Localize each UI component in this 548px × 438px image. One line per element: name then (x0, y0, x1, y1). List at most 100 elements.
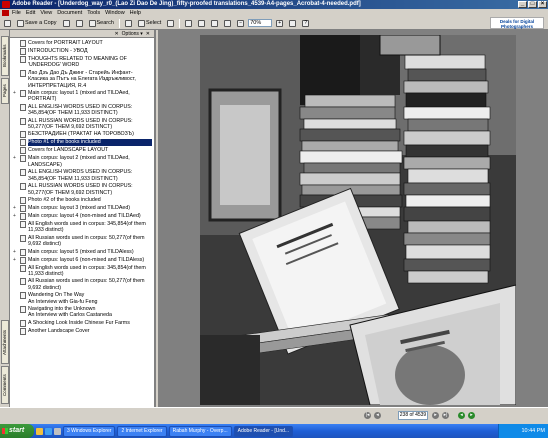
next-page-icon[interactable]: ▸ (432, 412, 439, 419)
bookmark-item[interactable]: ALL RUSSIAN WORDS USED IN CORPUS: 50,277… (10, 183, 154, 196)
fit-page-button[interactable] (209, 18, 220, 28)
bookmark-item[interactable]: Photo #1 of the books included (10, 139, 154, 147)
options-menu[interactable]: Options ▾ (122, 31, 143, 37)
quicklaunch-ie-icon[interactable] (45, 427, 52, 435)
bookmark-item[interactable]: THOUGHTS RELATED TO MEANING OF 'UNDERDOG… (10, 56, 154, 69)
menu-window[interactable]: Window (105, 10, 125, 16)
zoom-in-button[interactable]: + (274, 18, 285, 28)
minimize-button[interactable]: _ (518, 1, 527, 8)
bookmark-label: A Shocking Look Inside Chinese Fur Farms (28, 319, 130, 326)
start-button[interactable]: start (0, 424, 34, 438)
bookmark-item[interactable]: + Main corpus: layout 4 (non-mixed and TI… (10, 212, 154, 220)
bookmark-item[interactable]: All Russian words used in corpus: 50,277… (10, 278, 154, 291)
bookmark-page-icon (20, 196, 26, 204)
tab-comments[interactable]: Comments (1, 366, 9, 404)
bookmark-item[interactable]: + Main corpus: layout 3 (mixed and TILDAe… (10, 204, 154, 212)
zoom-level-field[interactable]: 70% (248, 19, 273, 27)
first-page-icon[interactable]: |◂ (364, 412, 371, 419)
print-button[interactable] (61, 18, 72, 28)
previous-view-icon[interactable]: ◂ (458, 412, 465, 419)
search-button[interactable]: Search (87, 18, 116, 28)
clock[interactable]: 10:44 PM (521, 428, 545, 434)
bookmark-label: Main corpus: layout 3 (mixed and TILDAed… (28, 204, 131, 211)
bookmark-item[interactable]: ALL RUSSIAN WORDS USED IN CORPUS: 50,277… (10, 117, 154, 131)
zoom-out-button[interactable]: − (235, 18, 246, 28)
bookmark-page-icon (20, 264, 26, 272)
save-copy-button[interactable]: Save a Copy (15, 18, 59, 28)
bookmark-item[interactable]: INTRODUCTION - УВОД (10, 48, 154, 55)
quicklaunch-explorer-icon[interactable] (36, 427, 43, 435)
binoculars-icon (88, 19, 96, 27)
tab-attachments[interactable]: Attachments (1, 320, 9, 364)
menu-help[interactable]: Help (130, 10, 141, 16)
expand-toggle-icon[interactable]: + (13, 90, 20, 96)
menu-view[interactable]: View (40, 10, 52, 16)
actual-size-button[interactable] (196, 18, 207, 28)
promo-banner[interactable]: Deals for Digital Photographers (490, 17, 544, 29)
page-navigation-bar: |◂ ◂ 238 of 4539 ▸ ▸| ◂ ▸ (158, 407, 548, 424)
taskbar-button-email[interactable]: Rabah Murphy - Overp... (168, 425, 232, 437)
delete-bookmark-icon[interactable]: ✕ (114, 31, 118, 37)
bookmark-item[interactable]: Photo #2 of the books included (10, 196, 154, 204)
previous-page-icon[interactable]: ◂ (374, 412, 381, 419)
expand-toggle-icon[interactable]: + (13, 205, 20, 211)
bookmark-item[interactable]: ALL ENGLISH WORDS USED IN CORPUS: 345,85… (10, 103, 154, 117)
bookmark-item[interactable]: Covers for PORTRAIT LAYOUT (10, 40, 154, 47)
bookmark-list: Covers for PORTRAIT LAYOUT INTRODUCTION -… (10, 38, 154, 335)
email-button[interactable] (74, 18, 85, 28)
hand-tool-button[interactable] (123, 18, 134, 28)
save-copy-label: Save a Copy (25, 20, 57, 26)
bookmark-page-icon (20, 131, 26, 139)
bookmark-item[interactable]: Navigating into the Unknown An Interview… (10, 305, 154, 319)
close-button[interactable]: × (538, 1, 547, 8)
menu-file[interactable]: File (12, 10, 21, 16)
fit-width-button[interactable] (222, 18, 233, 28)
bookmark-item[interactable]: Another Landscape Cover (10, 327, 154, 335)
expand-toggle-icon[interactable]: + (13, 257, 20, 263)
page-number-field[interactable]: 238 of 4539 (398, 411, 428, 420)
taskbar-button-adobe[interactable]: Adobe Reader - [Und... (233, 425, 294, 437)
bookmark-item[interactable]: БЕЗСТРАДИЕН (ТРАКТАТ НА ТОРОВОЗЪ) (10, 131, 154, 139)
quicklaunch-desktop-icon[interactable] (54, 427, 61, 435)
bookmark-item[interactable]: All Russian words used in corpus: 50,277… (10, 234, 154, 248)
document-viewer[interactable] (158, 30, 548, 407)
bookmark-item[interactable]: + Main corpus: layout 6 (non-mixed and TI… (10, 256, 154, 264)
expand-toggle-icon[interactable]: + (13, 155, 20, 161)
bookmark-item[interactable]: + Main corpus: layout 5 (mixed and TILDAl… (10, 248, 154, 256)
bookmark-item[interactable]: Лао Дзъ Дао Дъ Джинг - Старейъ Инфант-Кл… (10, 69, 154, 89)
bookmark-item[interactable]: All English words used in corpus: 345,85… (10, 220, 154, 234)
snapshot-button[interactable] (165, 18, 176, 28)
menu-document[interactable]: Document (57, 10, 82, 16)
tab-bookmarks[interactable]: Bookmarks (1, 36, 9, 76)
select-tool-button[interactable]: Select (136, 18, 163, 28)
bookmark-item[interactable]: All English words used in corpus: 345,85… (10, 264, 154, 278)
menu-tools[interactable]: Tools (87, 10, 100, 16)
bookmark-label: Main corpus: layout 2 (mixed and TILDAed… (28, 155, 130, 168)
system-tray: 10:44 PM (498, 424, 548, 438)
bookmark-page-icon (20, 103, 26, 111)
rotate-button[interactable] (287, 18, 298, 28)
expand-toggle-icon[interactable]: + (13, 249, 20, 255)
document-icon (2, 10, 9, 16)
bookmark-item[interactable]: Covers for LANDSCAPE LAYOUT (10, 147, 154, 155)
next-view-icon[interactable]: ▸ (468, 412, 475, 419)
bookmark-page-icon (20, 69, 26, 77)
taskbar-button-explorer[interactable]: 3 Windows Explorer (63, 425, 116, 437)
bookmark-item[interactable]: Wandering On The Way An Interview with G… (10, 292, 154, 305)
expand-toggle-icon[interactable]: + (13, 213, 20, 219)
taskbar-button-ie[interactable]: 2 Internet Explorer (117, 425, 167, 437)
bookmark-page-icon (20, 183, 26, 191)
last-page-icon[interactable]: ▸| (442, 412, 449, 419)
bookmark-item[interactable]: ALL ENGLISH WORDS USED IN CORPUS: 345,85… (10, 169, 154, 182)
bookmark-item[interactable]: + Main corpus: layout 2 (mixed and TILDAe… (10, 155, 154, 168)
zoom-tool-button[interactable] (183, 18, 194, 28)
tab-pages[interactable]: Pages (1, 78, 9, 104)
maximize-button[interactable]: □ (528, 1, 537, 8)
toolbar-separator (118, 18, 120, 28)
bookmark-item[interactable]: + Main corpus: layout 1 (mixed and TILDAe… (10, 90, 154, 103)
menu-edit[interactable]: Edit (26, 10, 35, 16)
bookmark-item[interactable]: A Shocking Look Inside Chinese Fur Farms (10, 319, 154, 327)
open-button[interactable] (2, 18, 13, 28)
close-panel-icon[interactable]: ✕ (146, 31, 150, 37)
help-button[interactable]: ? (300, 18, 311, 28)
